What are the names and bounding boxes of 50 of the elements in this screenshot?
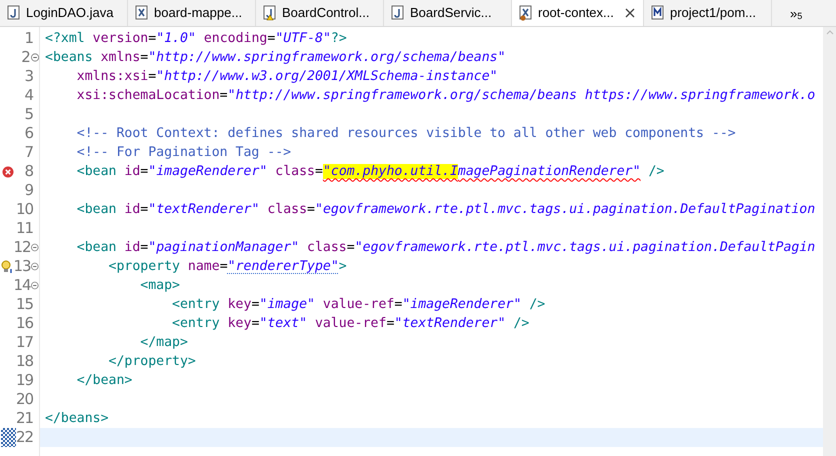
code-line: </property> bbox=[108, 352, 196, 371]
collapse-icon[interactable] bbox=[31, 262, 39, 271]
line-number: 12 bbox=[13, 240, 30, 255]
line-number: 11 bbox=[16, 221, 33, 236]
close-icon[interactable] bbox=[625, 8, 635, 18]
editor-tab[interactable]: BoardControl... bbox=[256, 0, 384, 26]
line-number: 1 bbox=[23, 31, 33, 46]
line-number: 16 bbox=[16, 316, 33, 331]
code-line: <entry key="text" value-ref="textRenderer" /> bbox=[171, 314, 530, 333]
collapse-icon[interactable] bbox=[31, 281, 39, 290]
line-number: 4 bbox=[23, 88, 33, 103]
code-line: <bean id="paginationManager" class="egovframework.rte.ptl.mvc.tags.ui.pagination.DefaultPagin bbox=[76, 238, 816, 257]
line-number: 22 bbox=[16, 430, 33, 445]
code-line: <entry key="image" value-ref="imageRenderer" /> bbox=[171, 296, 546, 314]
code-line: </beans> bbox=[45, 410, 109, 428]
code-line: <property name="rendererType"> bbox=[108, 258, 347, 276]
code-line: </map> bbox=[139, 334, 188, 352]
line-number: 5 bbox=[23, 107, 33, 122]
line-number: 7 bbox=[23, 145, 33, 160]
line-number: 17 bbox=[16, 335, 33, 350]
code-line: </bean> bbox=[76, 372, 132, 390]
code-line: <!-- For Pagination Tag --> bbox=[76, 144, 292, 162]
code-line: <beans xmlns="http://www.springframework.org/schema/beans" bbox=[45, 48, 506, 67]
collapse-icon[interactable] bbox=[30, 53, 39, 62]
code-line: <?xml version="1.0" encoding="UTF-8"?> bbox=[45, 30, 347, 48]
line-number: 20 bbox=[16, 392, 33, 407]
line-number: 15 bbox=[16, 297, 33, 312]
collapse-icon[interactable] bbox=[31, 243, 39, 252]
editor-tab[interactable]: root-contex... bbox=[512, 0, 644, 26]
editor-tab[interactable]: project1/pom... bbox=[644, 0, 772, 26]
line-number: 13 bbox=[13, 259, 30, 274]
line-number: 10 bbox=[16, 202, 33, 217]
line-number: 18 bbox=[16, 354, 33, 369]
code-line: xsi:schemaLocation="http://www.springframework.org/schema/beans https://www.springframework.o bbox=[76, 86, 816, 105]
line-number: 19 bbox=[16, 373, 33, 388]
line-number: 8 bbox=[23, 164, 33, 179]
code-line: <map> bbox=[139, 276, 180, 295]
scrollbar[interactable] bbox=[823, 27, 836, 456]
line-number: 21 bbox=[16, 411, 33, 426]
editor-tab[interactable]: board-mappe... bbox=[128, 0, 256, 26]
line-number: 6 bbox=[23, 126, 33, 141]
line-number: 3 bbox=[23, 69, 33, 84]
editor-tab[interactable]: LoginDAO.java bbox=[0, 0, 128, 26]
more-tabs-button[interactable]: »5 bbox=[790, 0, 802, 26]
code-line: <!-- Root Context: defines shared resources visible to all other web components --> bbox=[76, 124, 736, 143]
code-line: xmlns:xsi="http://www.w3.org/2001/XMLSchema-instance" bbox=[76, 68, 498, 86]
code-line: <bean id="textRenderer" class="egovframework.rte.ptl.mvc.tags.ui.pagination.DefaultPagination bbox=[76, 200, 816, 219]
line-number: 2 bbox=[20, 50, 30, 65]
line-number: 9 bbox=[23, 183, 33, 198]
line-number: 14 bbox=[13, 278, 30, 293]
